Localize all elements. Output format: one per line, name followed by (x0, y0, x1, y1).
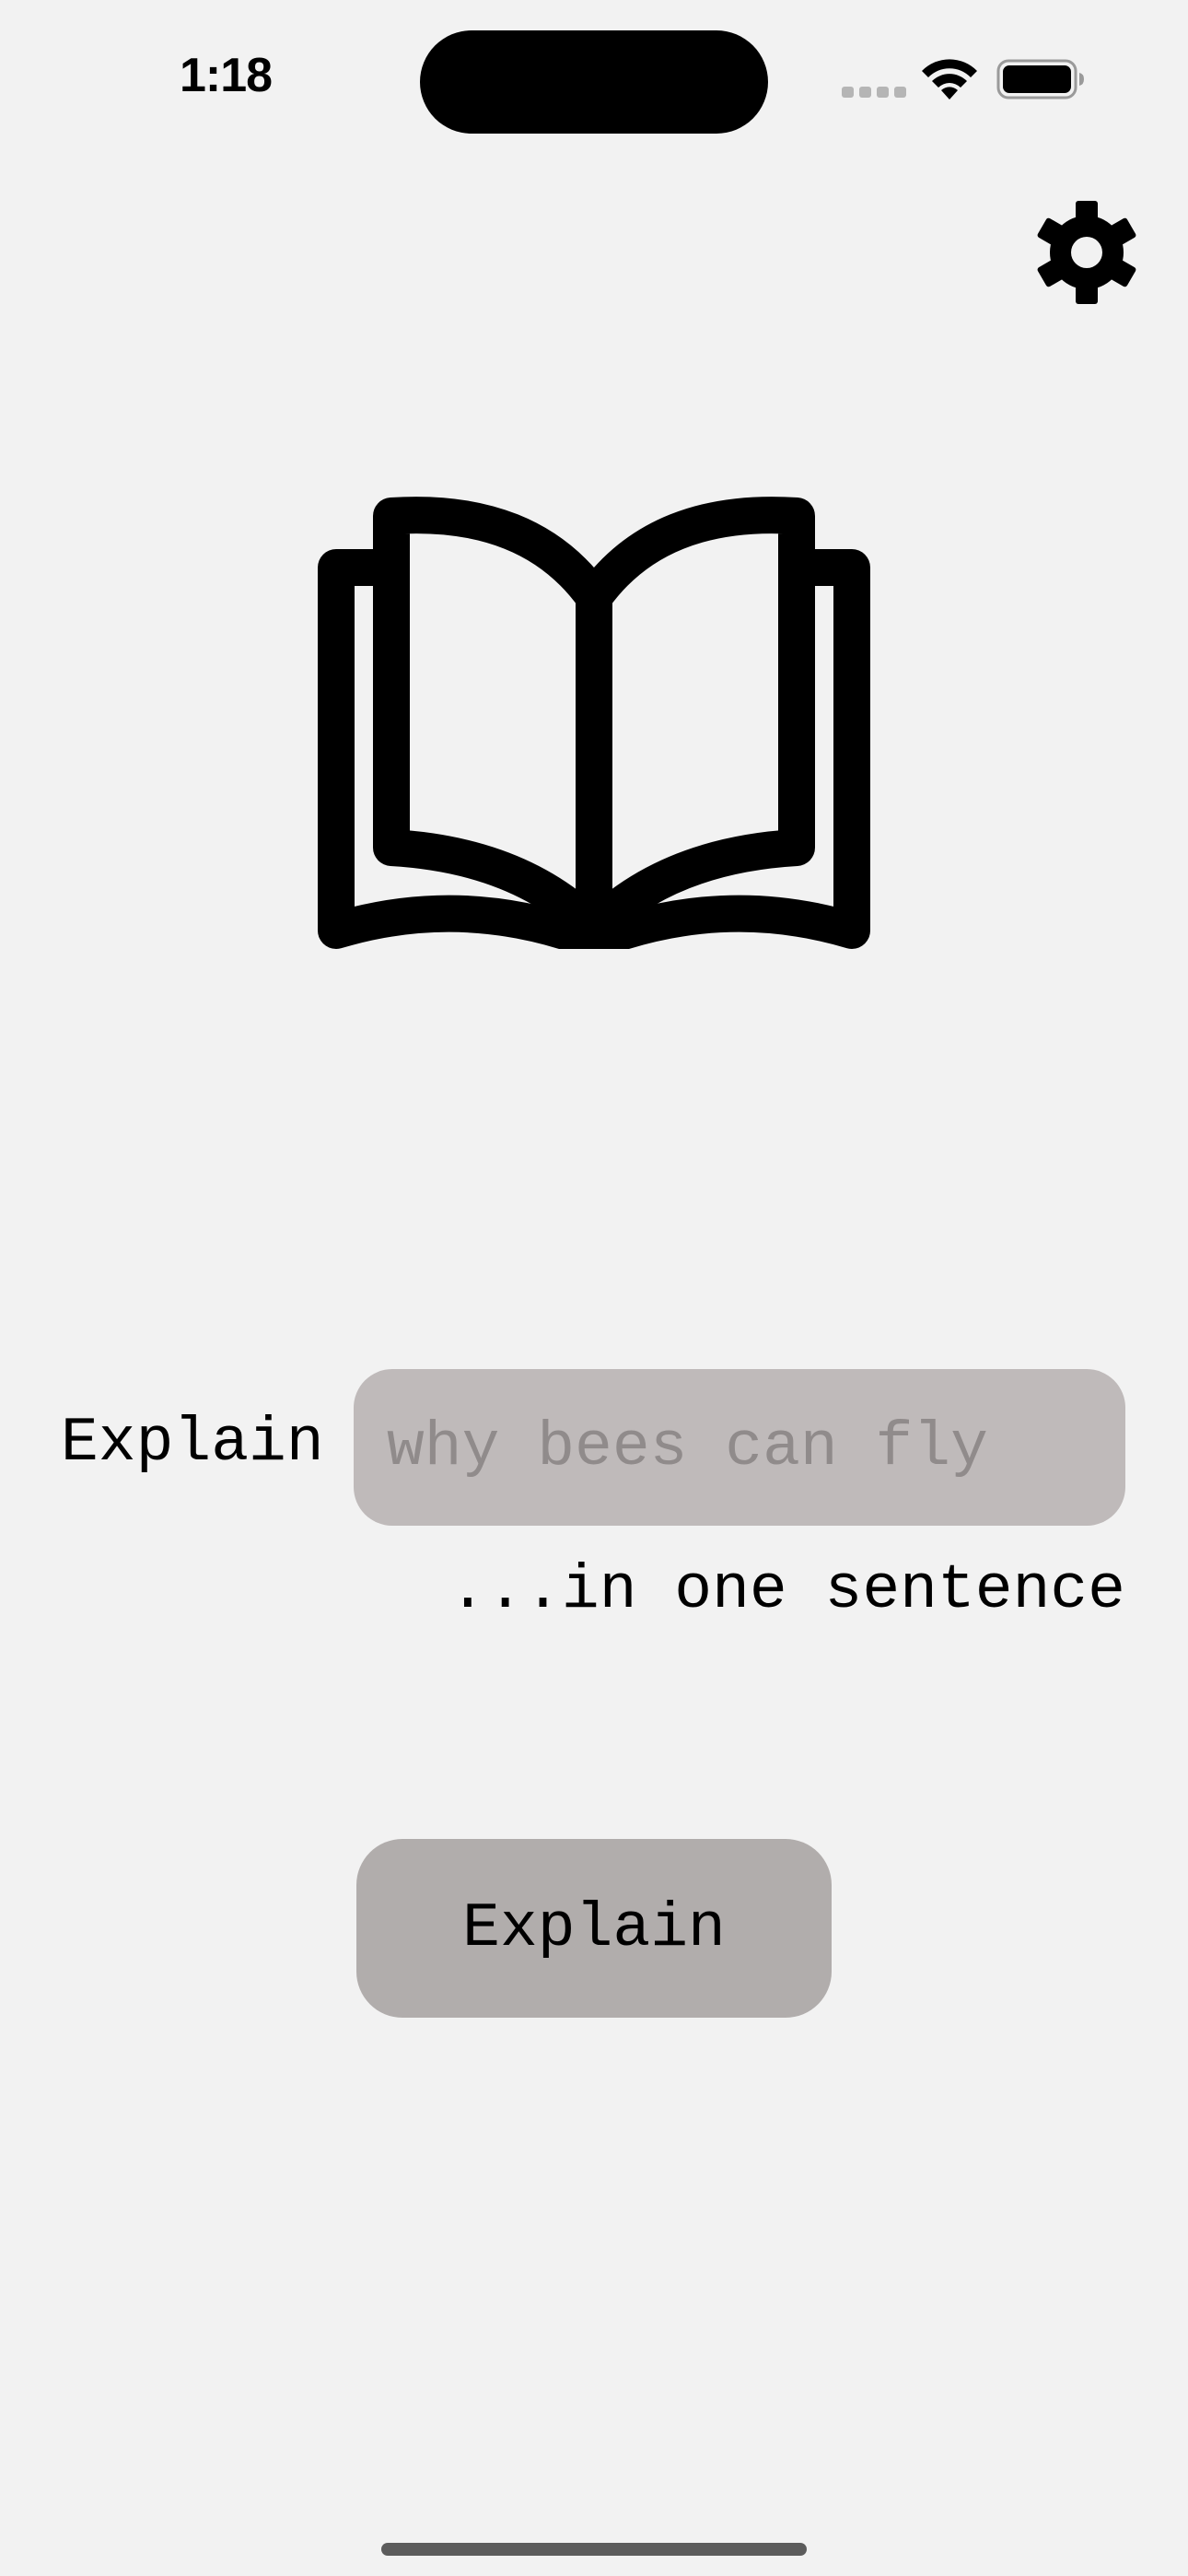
status-time: 1:18 (179, 49, 273, 102)
wifi-icon (922, 59, 977, 100)
dynamic-island (420, 30, 768, 134)
battery-icon (996, 59, 1084, 100)
home-indicator[interactable] (381, 2543, 807, 2556)
app-screen: 1:18 Explain why bees can fly ...in one … (0, 0, 1188, 2576)
topic-field[interactable] (354, 1369, 1125, 1526)
settings-gear-icon[interactable] (1035, 201, 1138, 304)
topic-input[interactable] (387, 1411, 1092, 1483)
explain-prefix-label: Explain (61, 1408, 324, 1479)
cellular-signal-icon (842, 87, 906, 98)
explain-button[interactable]: Explain (356, 1839, 832, 2018)
open-book-icon (318, 497, 870, 949)
one-sentence-suffix-label: ...in one sentence (448, 1555, 1125, 1626)
